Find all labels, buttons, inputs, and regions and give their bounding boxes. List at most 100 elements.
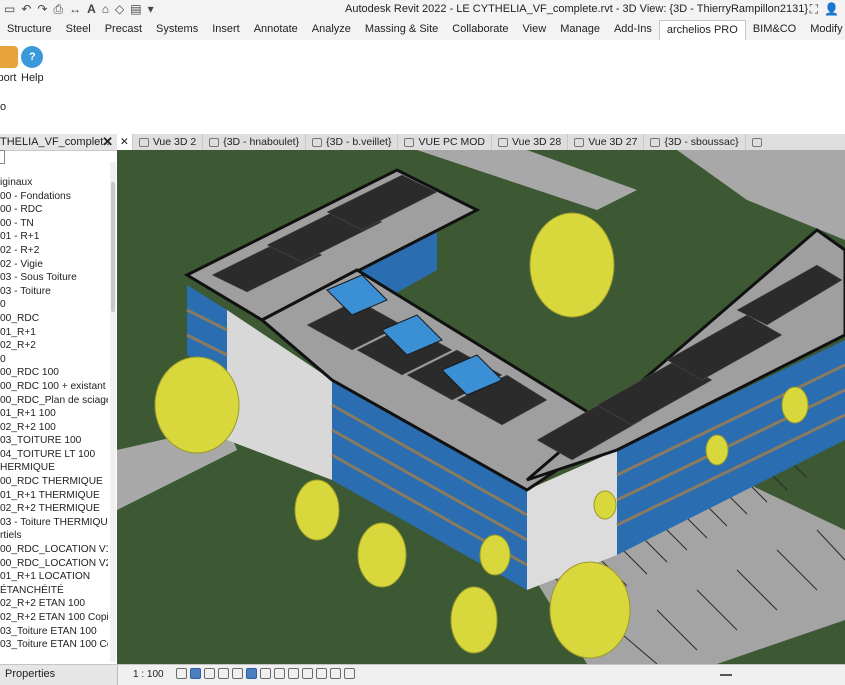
measure-icon[interactable]: ↔	[69, 2, 81, 17]
browser-tree-item[interactable]: 01 - R+1	[0, 230, 108, 244]
project-browser-title: THELIA_VF_complet...	[0, 136, 113, 148]
view-tab-vue-3d-27[interactable]: Vue 3D 27	[568, 134, 645, 150]
tab-bimco[interactable]: BIM&CO	[746, 20, 803, 40]
highlight-displacement-icon[interactable]	[344, 668, 355, 679]
lock-view-icon[interactable]	[274, 668, 285, 679]
browser-tree-item[interactable]: 04_TOITURE LT 100	[0, 448, 108, 462]
tab-steel[interactable]: Steel	[59, 20, 98, 40]
browser-tree-item[interactable]: 0	[0, 353, 108, 367]
tab-archelios-pro[interactable]: archelios PRO	[658, 20, 746, 41]
browser-tree-item[interactable]: ÉTANCHÉITÉ	[0, 584, 108, 598]
horizontal-scroll-handle[interactable]	[720, 674, 732, 676]
tab-analyze[interactable]: Analyze	[305, 20, 358, 40]
switch-windows-icon[interactable]: ▤	[130, 2, 141, 17]
detail-level-icon[interactable]	[176, 668, 187, 679]
browser-tree-item[interactable]: 02_R+2	[0, 339, 108, 353]
tab-view[interactable]: View	[516, 20, 554, 40]
view-tab-overflow[interactable]	[746, 134, 768, 150]
3d-icon[interactable]: ⌂	[102, 2, 109, 17]
window-title: Autodesk Revit 2022 - LE CYTHELIA_VF_com…	[345, 3, 809, 15]
browser-tree-item[interactable]: 00 - TN	[0, 217, 108, 231]
quick-access-toolbar: ▭ ↶ ↷ ⎙ ↔ A ⌂ ◇ ▤ ▾	[4, 2, 154, 17]
browser-tree-item[interactable]: 02_R+2 ETAN 100	[0, 597, 108, 611]
browser-tree-item[interactable]: 00_RDC 100	[0, 366, 108, 380]
render-icon[interactable]	[232, 668, 243, 679]
browser-tree-item[interactable]: 00_RDC_LOCATION V2	[0, 557, 108, 571]
tab-massing-site[interactable]: Massing & Site	[358, 20, 445, 40]
browser-tree-item[interactable]: 00_RDC THERMIQUE	[0, 475, 108, 489]
text-icon[interactable]: A	[87, 2, 96, 17]
temporary-hide-icon[interactable]	[288, 668, 299, 679]
sun-path-icon[interactable]	[204, 668, 215, 679]
properties-panel-tab[interactable]: Properties	[0, 665, 118, 685]
tree	[549, 561, 631, 659]
browser-tree-item[interactable]: 01_R+1	[0, 326, 108, 340]
tab-structure[interactable]: Structure	[0, 20, 59, 40]
view-tab-3d-sboussac[interactable]: {3D - sboussac}	[644, 134, 746, 150]
view-tab-vue-3d-28[interactable]: Vue 3D 28	[492, 134, 569, 150]
view-tab-vue-pc-mod[interactable]: VUE PC MOD	[398, 134, 492, 150]
redo-icon[interactable]: ↷	[37, 2, 47, 17]
browser-scrollbar[interactable]	[110, 162, 116, 662]
browser-tree-item[interactable]: 03 - Toiture THERMIQU	[0, 516, 108, 530]
browser-tree: iginaux 00 - Fondations 00 - RDC 00 - TN 01 …	[0, 176, 108, 652]
browser-tree-item[interactable]: 02_R+2 THERMIQUE	[0, 502, 108, 516]
close-icon[interactable]: ✕	[102, 134, 113, 150]
help-button[interactable]: ? Help	[21, 46, 44, 84]
open-icon[interactable]: ▭	[4, 2, 15, 17]
browser-tree-item[interactable]: 02 - R+2	[0, 244, 108, 258]
visual-style-icon[interactable]	[190, 668, 201, 679]
browser-tree-item[interactable]: 01_R+1 100	[0, 407, 108, 421]
tab-systems[interactable]: Systems	[149, 20, 205, 40]
tab-insert[interactable]: Insert	[205, 20, 247, 40]
worksharing-icon[interactable]	[316, 668, 327, 679]
tab-manage[interactable]: Manage	[553, 20, 607, 40]
browser-tree-item[interactable]: 01_R+1 LOCATION	[0, 570, 108, 584]
print-icon[interactable]: ⎙	[53, 2, 63, 17]
export-button[interactable]: port	[0, 46, 18, 84]
browser-tree-item[interactable]: 00_RDC_Plan de sciage	[0, 394, 108, 408]
shadows-icon[interactable]	[218, 668, 229, 679]
tab-collaborate[interactable]: Collaborate	[445, 20, 515, 40]
browser-tree-item[interactable]: 01_R+1 THERMIQUE	[0, 489, 108, 503]
view-tab-3d-hnaboulet[interactable]: {3D - hnaboulet}	[203, 134, 307, 150]
tab-annotate[interactable]: Annotate	[247, 20, 305, 40]
binoculars-icon[interactable]: ⛶	[810, 2, 818, 17]
browser-tree-item[interactable]: 00 - RDC	[0, 203, 108, 217]
undo-icon[interactable]: ↶	[21, 2, 31, 17]
browser-tree-item[interactable]: rtiels	[0, 529, 108, 543]
user-icon[interactable]: 👤	[824, 2, 839, 17]
browser-tree-item[interactable]: 02_R+2 ETAN 100 Copi	[0, 611, 108, 625]
3d-view-icon	[574, 137, 585, 147]
scale-selector[interactable]: 1 : 100	[133, 669, 164, 680]
tab-add-ins[interactable]: Add-Ins	[607, 20, 659, 40]
browser-tree-item[interactable]: HERMIQUE	[0, 461, 108, 475]
browser-tree-item[interactable]: 02_R+2 100	[0, 421, 108, 435]
browser-tree-item[interactable]: 03_TOITURE 100	[0, 434, 108, 448]
analytical-model-icon[interactable]	[330, 668, 341, 679]
dropdown-icon[interactable]: ▾	[148, 2, 154, 17]
browser-tree-item[interactable]: 00_RDC_LOCATION V1	[0, 543, 108, 557]
view-tab-vue-3d-2[interactable]: Vue 3D 2	[133, 134, 204, 150]
browser-tree-item[interactable]: 0	[0, 298, 108, 312]
browser-tree-item[interactable]: iginaux	[0, 176, 108, 190]
tab-precast[interactable]: Precast	[98, 20, 149, 40]
browser-tree-item[interactable]: 00_RDC 100 + existant	[0, 380, 108, 394]
view-tab-close-icon[interactable]: ✕	[117, 134, 133, 150]
browser-tree-item[interactable]: 03 - Sous Toiture	[0, 271, 108, 285]
browser-tree-item[interactable]: 02 - Vigie	[0, 258, 108, 272]
show-crop-icon[interactable]	[260, 668, 271, 679]
browser-tree-item[interactable]: 00 - Fondations	[0, 190, 108, 204]
3d-viewport[interactable]	[117, 150, 845, 664]
view-tab-3d-bveillet[interactable]: {3D - b.veillet}	[306, 134, 399, 150]
title-bar: ▭ ↶ ↷ ⎙ ↔ A ⌂ ◇ ▤ ▾ Autodesk Revit 2022 …	[0, 0, 845, 20]
crop-view-icon[interactable]	[246, 668, 257, 679]
browser-tree-item[interactable]: 00_RDC	[0, 312, 108, 326]
browser-tree-item[interactable]: 03_Toiture ETAN 100	[0, 625, 108, 639]
browser-tree-item[interactable]: 03 - Toiture	[0, 285, 108, 299]
section-icon[interactable]: ◇	[115, 2, 124, 17]
reveal-hidden-icon[interactable]	[302, 668, 313, 679]
tab-modify[interactable]: Modify	[803, 20, 845, 40]
browser-tree-item[interactable]: 03_Toiture ETAN 100 Co	[0, 638, 108, 652]
search-field-edge[interactable]	[0, 150, 5, 164]
